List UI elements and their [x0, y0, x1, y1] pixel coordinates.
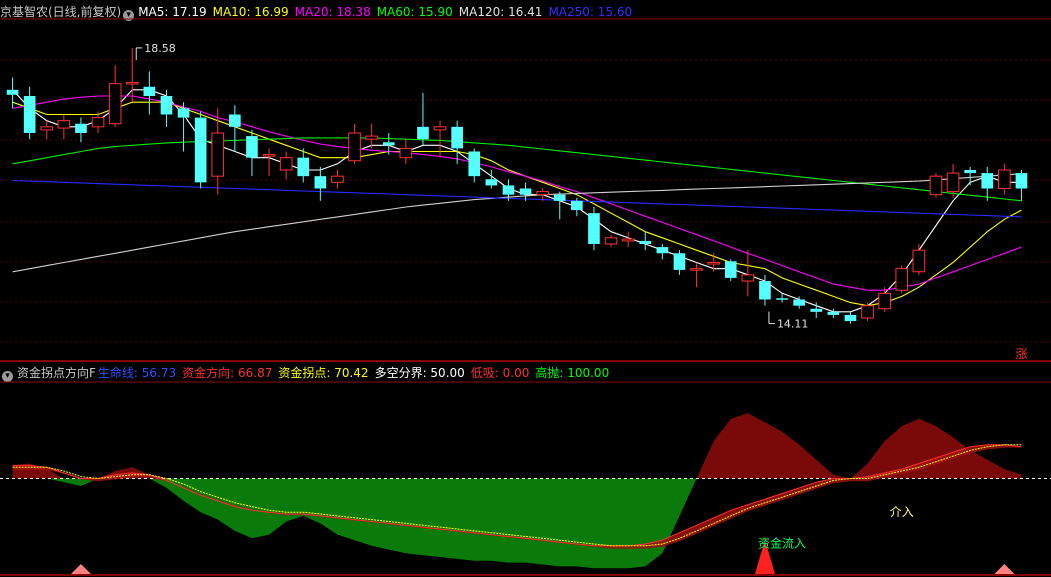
fund-area-positive	[12, 413, 1022, 479]
candle-down	[519, 188, 532, 195]
ma-line-ma250	[12, 179, 1022, 218]
candle-down	[776, 298, 788, 300]
candle-up	[108, 83, 122, 125]
candle-down	[1015, 173, 1028, 189]
candle-up	[57, 120, 71, 129]
ma-line-ma20	[12, 95, 1022, 291]
price-annotation: 14.11	[777, 318, 809, 331]
candle-down	[639, 240, 652, 244]
candle-up	[861, 305, 874, 319]
candle-down	[6, 89, 19, 95]
ma-line-ma5	[12, 89, 1022, 313]
candle-up	[929, 175, 943, 196]
candle-down	[177, 108, 190, 118]
candle-up	[878, 292, 891, 310]
candle-down	[417, 126, 429, 140]
signal-triangle	[70, 564, 91, 574]
signal-label: 涨	[1015, 346, 1027, 361]
candle-down	[571, 200, 583, 211]
candle-up	[262, 154, 276, 157]
candle-up	[604, 237, 618, 245]
candle-down	[485, 179, 498, 186]
candle-up	[211, 132, 225, 177]
ma-line-ma120	[12, 173, 1022, 273]
candle-down	[502, 185, 515, 195]
candle-down	[844, 314, 857, 322]
chart-canvas[interactable]: 18.5814.11涨财跌资金流入介入加持	[0, 0, 1051, 577]
candle-down	[759, 281, 771, 300]
candle-up	[707, 262, 720, 265]
candle-down	[23, 96, 36, 133]
ma-line-ma10	[12, 101, 1022, 307]
candle-up	[40, 126, 54, 131]
candle-up	[399, 147, 413, 159]
candle-down	[229, 114, 241, 127]
candle-up	[690, 268, 703, 271]
candle-down	[673, 253, 686, 270]
candle-up	[433, 126, 447, 131]
candle-down	[246, 136, 258, 158]
candle-down	[827, 311, 840, 315]
candle-down	[143, 86, 156, 96]
price-annotation: 18.58	[144, 42, 176, 55]
candle-down	[451, 126, 463, 149]
candle-up	[912, 249, 926, 273]
candle-down	[553, 194, 566, 201]
candle-down	[314, 176, 327, 189]
candle-down	[588, 213, 600, 244]
candle-up	[331, 175, 344, 183]
candle-up	[741, 274, 755, 282]
candle-down	[793, 299, 805, 306]
candle-up	[125, 81, 139, 85]
candle-up	[279, 157, 293, 171]
candle-up	[998, 169, 1011, 189]
candle-down	[810, 308, 823, 312]
candle-down	[160, 96, 173, 115]
fund-area-negative	[12, 478, 1022, 569]
candle-down	[297, 157, 310, 177]
candle-up	[365, 135, 378, 140]
candle-down	[981, 173, 994, 189]
candle-down	[382, 142, 395, 146]
candle-up	[621, 238, 635, 242]
indicator-label: 介入	[890, 505, 914, 519]
candle-down	[75, 123, 87, 133]
indicator-label: 资金流入	[758, 536, 806, 551]
candle-down	[964, 170, 976, 174]
candle-up	[348, 132, 361, 162]
candle-up	[536, 191, 549, 196]
candle-up	[895, 268, 909, 291]
candle-up	[91, 117, 105, 128]
candle-down	[724, 261, 737, 278]
candle-down	[468, 151, 481, 177]
candle-up	[946, 172, 960, 193]
signal-triangle	[994, 564, 1015, 574]
candle-down	[656, 247, 669, 254]
candle-down	[194, 117, 207, 183]
